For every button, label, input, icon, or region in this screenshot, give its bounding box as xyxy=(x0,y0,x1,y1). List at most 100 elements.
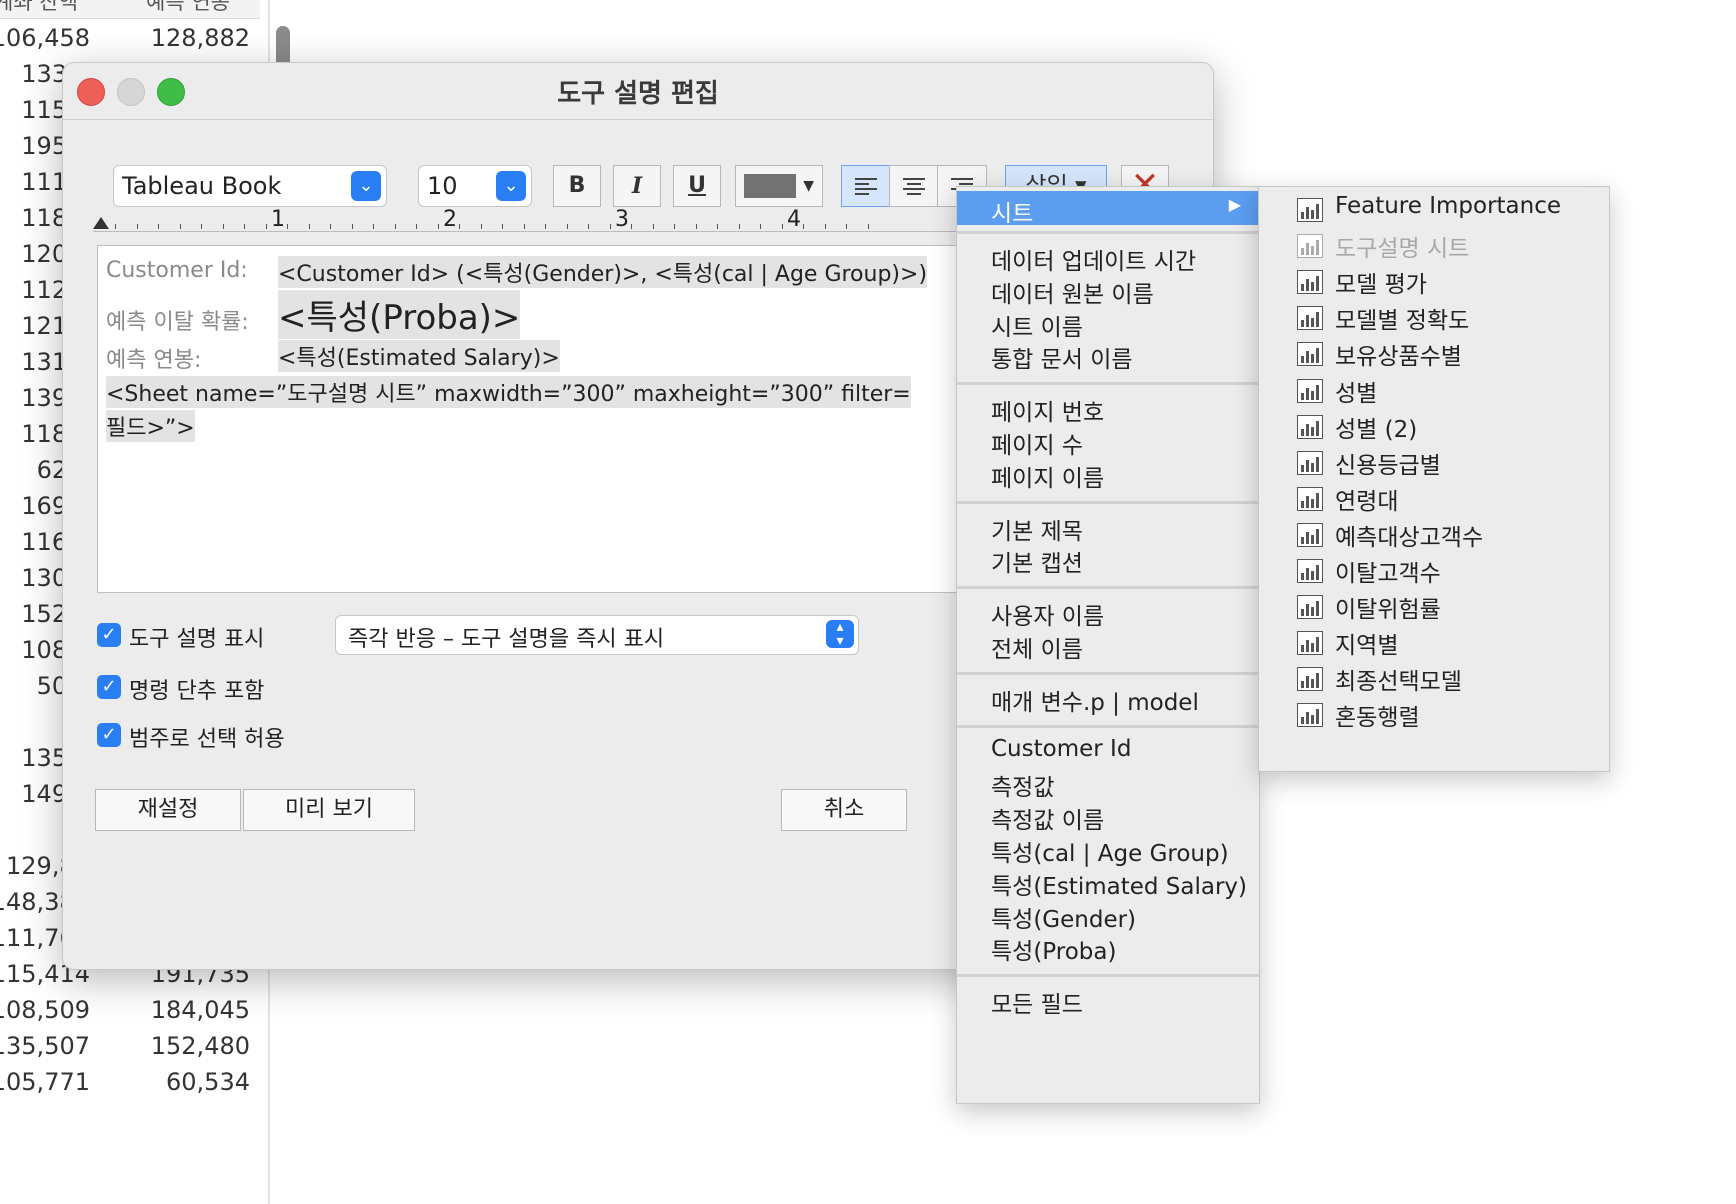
include-command-buttons-label: 명령 단추 포함 xyxy=(129,679,265,704)
ruler-tick xyxy=(588,224,589,229)
menu-item-sheet[interactable]: 시트 ▶ xyxy=(957,191,1259,227)
menu-item[interactable]: 측정값 이름 xyxy=(957,798,1259,834)
submenu-item-sheet[interactable]: 연령대 xyxy=(1259,480,1609,515)
submenu-item-sheet[interactable]: 모델별 정확도 xyxy=(1259,299,1609,334)
ruler-tick xyxy=(781,224,783,229)
menu-separator xyxy=(957,724,1259,728)
dialog-titlebar[interactable]: 도구 설명 편집 xyxy=(63,63,1213,120)
menu-item[interactable]: 데이터 업데이트 시간 xyxy=(957,239,1259,275)
menu-item[interactable]: 페이지 수 xyxy=(957,423,1259,459)
menu-item[interactable]: 매개 변수.p | model xyxy=(957,680,1259,716)
submenu-item-sheet[interactable]: 이탈고객수 xyxy=(1259,552,1609,587)
field-proba: <특성(Proba)> xyxy=(278,290,521,339)
insert-menu: 시트 ▶ 데이터 업데이트 시간 데이터 원본 이름 시트 이름 통합 문서 이름페이… xyxy=(956,186,1260,1104)
ruler-tick xyxy=(437,224,439,229)
table-row[interactable]: 106,458 128,882 xyxy=(0,18,260,58)
submenu-item-sheet[interactable]: 성별 xyxy=(1259,372,1609,407)
menu-item[interactable]: 페이지 이름 xyxy=(957,456,1259,492)
menu-item[interactable]: 시트 이름 xyxy=(957,305,1259,341)
table-row[interactable]: 108,509 184,045 xyxy=(0,990,260,1030)
submenu-item-label: 성별 xyxy=(1335,380,1378,407)
sheet-tag-line-continued: 필드>”> xyxy=(106,410,195,442)
reset-button[interactable]: 재설정 xyxy=(95,789,241,831)
menu-item[interactable]: 기본 제목 xyxy=(957,509,1259,545)
menu-item[interactable]: 특성(Estimated Salary) xyxy=(957,864,1259,900)
text-color-button[interactable]: ▼ xyxy=(735,165,823,207)
font-size-select[interactable]: 10 ⌄ xyxy=(418,165,532,207)
cell-salary: 128,882 xyxy=(150,24,250,52)
ruler-tick xyxy=(179,224,181,229)
menu-separator xyxy=(957,671,1259,675)
ruler-tick xyxy=(308,224,310,229)
menu-item-label: 페이지 이름 xyxy=(991,465,1105,492)
column-header-balance: 계좌 잔액 xyxy=(0,0,78,14)
submenu-item-sheet: 도구설명 시트 xyxy=(1259,227,1609,262)
show-tooltip-checkbox[interactable]: ✓ xyxy=(97,623,121,647)
menu-item[interactable]: 전체 이름 xyxy=(957,627,1259,663)
ruler-tick xyxy=(674,224,675,229)
label-churn-probability: 예측 이탈 확률: xyxy=(106,310,249,335)
ruler-tick xyxy=(265,224,267,229)
submenu-item-sheet[interactable]: 신용등급별 xyxy=(1259,444,1609,479)
worksheet-icon xyxy=(1297,306,1323,331)
ruler-tick xyxy=(222,224,224,229)
align-center-button[interactable] xyxy=(889,165,939,207)
menu-separator xyxy=(957,974,1259,978)
submenu-item-sheet[interactable]: 모델 평가 xyxy=(1259,263,1609,298)
table-row[interactable]: 105,771 60,534 xyxy=(0,1062,260,1102)
submenu-item-sheet[interactable]: 혼동행렬 xyxy=(1259,696,1609,731)
cancel-button[interactable]: 취소 xyxy=(781,789,907,831)
ruler-tick xyxy=(652,224,654,229)
cell-salary: 60,534 xyxy=(166,1068,250,1096)
menu-item[interactable]: 데이터 원본 이름 xyxy=(957,272,1259,308)
menu-item-label: 시트 xyxy=(991,201,1034,227)
menu-item[interactable]: 통합 문서 이름 xyxy=(957,337,1259,373)
menu-item[interactable]: 특성(Gender) xyxy=(957,897,1259,933)
tooltip-behavior-value: 즉각 반응 – 도구 설명을 즉시 표시 xyxy=(348,627,665,652)
submenu-item-sheet[interactable]: 예측대상고객수 xyxy=(1259,516,1609,551)
table-row[interactable]: 135,507 152,480 xyxy=(0,1026,260,1066)
preview-button[interactable]: 미리 보기 xyxy=(243,789,415,831)
include-command-buttons-checkbox[interactable]: ✓ xyxy=(97,675,121,699)
menu-item[interactable]: 특성(cal | Age Group) xyxy=(957,831,1259,867)
ruler-tick xyxy=(158,224,159,229)
menu-item[interactable]: 페이지 번호 xyxy=(957,390,1259,426)
ruler-tick xyxy=(394,224,396,229)
menu-item-label: 기본 캡션 xyxy=(991,551,1083,578)
underline-button[interactable]: U xyxy=(673,165,721,207)
submenu-item-sheet[interactable]: 보유상품수별 xyxy=(1259,335,1609,370)
menu-item[interactable]: 기본 캡션 xyxy=(957,541,1259,578)
italic-button[interactable]: I xyxy=(613,165,661,207)
submenu-item-label: 이탈위험률 xyxy=(1335,597,1441,624)
ruler-tick xyxy=(867,224,869,229)
cell-balance: 105,771 xyxy=(0,1068,90,1096)
cell-balance: 108,509 xyxy=(0,996,90,1024)
worksheet-icon xyxy=(1297,667,1323,692)
allow-category-select-label: 범주로 선택 허용 xyxy=(129,727,285,752)
menu-item-label: 전체 이름 xyxy=(991,637,1083,663)
ruler-number: 3 xyxy=(615,207,629,232)
menu-item[interactable]: 측정값 xyxy=(957,765,1259,801)
ruler-tick xyxy=(545,224,546,229)
allow-category-select-checkbox[interactable]: ✓ xyxy=(97,723,121,747)
font-family-select[interactable]: Tableau Book ⌄ xyxy=(113,165,387,207)
ruler-tick xyxy=(738,224,740,229)
submenu-item-sheet[interactable]: 최종선택모델 xyxy=(1259,660,1609,695)
submenu-item-sheet[interactable]: 이탈위험률 xyxy=(1259,588,1609,624)
indent-marker-icon[interactable] xyxy=(93,217,109,229)
menu-item[interactable]: 사용자 이름 xyxy=(957,594,1259,630)
worksheet-icon xyxy=(1297,234,1323,259)
submenu-item-sheet[interactable]: 성별 (2) xyxy=(1259,408,1609,443)
menu-item[interactable]: 특성(Proba) xyxy=(957,929,1259,965)
align-left-button[interactable] xyxy=(841,165,891,207)
menu-item[interactable]: 모든 필드 xyxy=(957,982,1259,1018)
ruler-number: 4 xyxy=(787,207,801,232)
column-header-salary: 예측 연봉 xyxy=(146,0,230,14)
bold-button[interactable]: B xyxy=(553,165,601,207)
submenu-item-sheet[interactable]: Feature Importance xyxy=(1259,191,1609,225)
tooltip-behavior-select[interactable]: 즉각 반응 – 도구 설명을 즉시 표시 ▴ ▾ xyxy=(335,615,859,655)
sheet-submenu: Feature Importance 도구설명 시트 모델 평가 모델별 정확도 보유상… xyxy=(1258,186,1610,772)
menu-separator xyxy=(957,500,1259,504)
menu-item[interactable]: Customer Id xyxy=(957,733,1259,767)
submenu-item-sheet[interactable]: 지역별 xyxy=(1259,624,1609,659)
